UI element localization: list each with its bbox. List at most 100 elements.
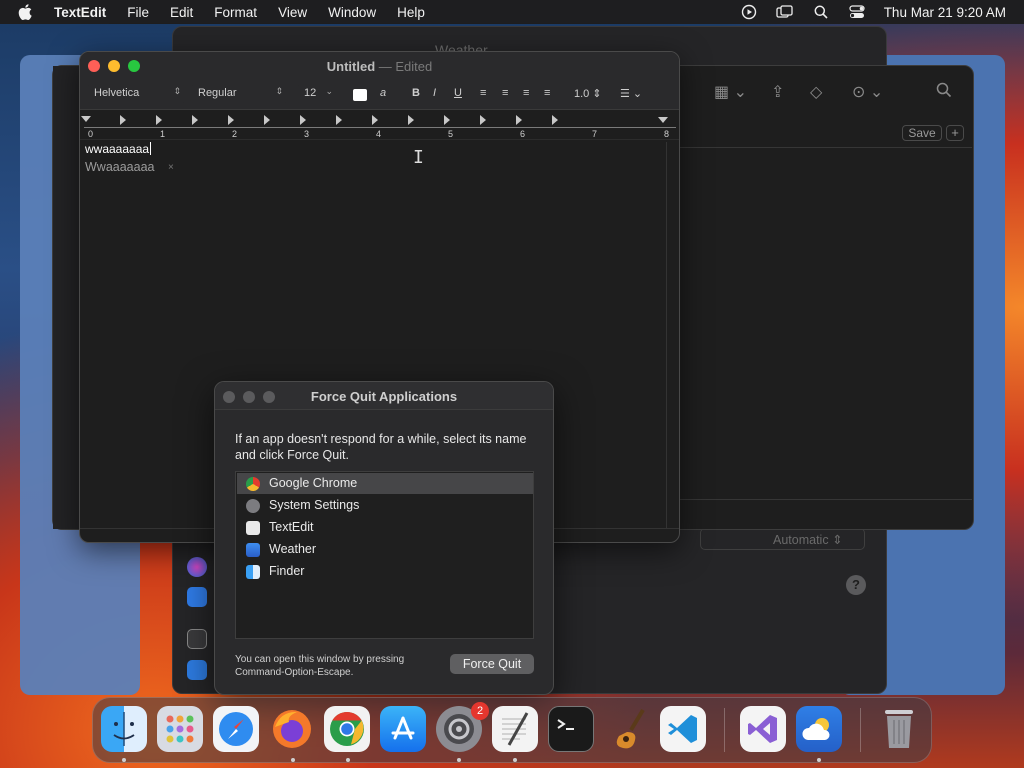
app-store-icon[interactable]	[380, 706, 426, 752]
tab-stop-icon[interactable]	[336, 115, 342, 125]
search-icon[interactable]	[936, 82, 952, 103]
grid-view-icon[interactable]: ▦ ⌄	[714, 82, 747, 102]
menu-view[interactable]: View	[278, 5, 307, 20]
menu-file[interactable]: File	[127, 5, 149, 20]
force-quit-titlebar[interactable]: Force Quit Applications	[215, 382, 553, 410]
app-name: System Settings	[269, 498, 360, 512]
tab-stop-icon[interactable]	[120, 115, 126, 125]
dock-separator	[724, 708, 725, 752]
terminal-icon[interactable]	[548, 706, 594, 752]
line-spacing-select[interactable]: 1.0 ⇕	[574, 87, 602, 100]
control-center-icon[interactable]	[848, 4, 866, 20]
textedit-icon[interactable]	[492, 706, 538, 752]
textedit-title: Untitled — Edited	[80, 59, 679, 74]
list-item-weather[interactable]: Weather	[237, 539, 533, 560]
ruler-number: 4	[376, 129, 382, 139]
force-quit-button[interactable]: Force Quit	[450, 654, 534, 674]
justify-icon[interactable]: ≡	[544, 87, 550, 99]
safari-icon[interactable]	[213, 706, 259, 752]
left-margin-marker-icon[interactable]	[81, 116, 91, 122]
right-margin-marker-icon[interactable]	[658, 117, 668, 123]
textedit-titlebar[interactable]: Untitled — Edited	[80, 52, 679, 80]
automatic-select-value: Automatic	[773, 533, 829, 547]
force-quit-window[interactable]: Force Quit Applications If an app doesn'…	[214, 381, 554, 695]
application-list[interactable]: Google Chrome System Settings TextEdit W…	[235, 471, 534, 639]
notes-divider-bottom	[680, 499, 972, 500]
ibeam-cursor-icon: I	[413, 147, 424, 168]
ruler[interactable]: 0 1 2 3 4 5 6 7 8	[80, 110, 679, 140]
tab-stop-icon[interactable]	[264, 115, 270, 125]
finder-icon[interactable]	[101, 706, 147, 752]
more-options-icon[interactable]: ⊙ ⌄	[852, 82, 883, 102]
font-style-select[interactable]: Regular ⇕	[190, 85, 288, 103]
running-indicator	[291, 758, 295, 762]
vscode-icon[interactable]	[660, 706, 706, 752]
menu-help[interactable]: Help	[397, 5, 425, 20]
background-color-icon[interactable]: a	[380, 87, 386, 99]
align-center-icon[interactable]: ≡	[502, 87, 508, 99]
spotlight-search-icon[interactable]	[812, 4, 830, 20]
chevron-down-icon: ⌄	[325, 86, 333, 96]
menu-format[interactable]: Format	[214, 5, 257, 20]
ruler-baseline	[84, 127, 676, 128]
select-arrows-icon: ⇕	[173, 86, 181, 96]
garageband-icon[interactable]	[604, 706, 650, 752]
share-icon[interactable]: ⇪	[771, 82, 784, 102]
trash-icon[interactable]	[876, 706, 922, 752]
align-left-icon[interactable]: ≡	[480, 87, 486, 99]
tab-stop-icon[interactable]	[444, 115, 450, 125]
font-family-select[interactable]: Helvetica ⇕	[86, 85, 186, 103]
hand-icon	[187, 587, 207, 607]
ruler-number: 7	[592, 129, 598, 139]
force-quit-title: Force Quit Applications	[310, 389, 458, 404]
list-item-textedit[interactable]: TextEdit	[237, 517, 533, 538]
tab-stop-icon[interactable]	[516, 115, 522, 125]
menu-window[interactable]: Window	[328, 5, 376, 20]
menu-app-name[interactable]: TextEdit	[54, 5, 106, 20]
autocomplete-suggestion[interactable]: Wwaaaaaaa	[85, 160, 155, 174]
tab-stop-icon[interactable]	[228, 115, 234, 125]
underline-button[interactable]: U	[454, 87, 462, 99]
tab-stop-icon[interactable]	[552, 115, 558, 125]
list-item-finder[interactable]: Finder	[237, 561, 533, 582]
notes-save-button[interactable]: Save	[902, 125, 942, 141]
tab-stop-icon[interactable]	[156, 115, 162, 125]
running-indicator	[817, 758, 821, 762]
help-button[interactable]: ?	[846, 575, 866, 595]
list-item-system-settings[interactable]: System Settings	[237, 495, 533, 516]
tab-stop-icon[interactable]	[480, 115, 486, 125]
menu-edit[interactable]: Edit	[170, 5, 193, 20]
italic-button[interactable]: I	[433, 87, 436, 99]
tab-stop-icon[interactable]	[192, 115, 198, 125]
tab-stop-icon[interactable]	[408, 115, 414, 125]
firefox-icon[interactable]	[269, 706, 315, 752]
ruler-number: 2	[232, 129, 238, 139]
screen-recording-icon[interactable]	[740, 4, 758, 20]
screen-mirroring-icon[interactable]	[776, 4, 794, 20]
tab-stop-icon[interactable]	[300, 115, 306, 125]
app-name: Weather	[269, 542, 317, 556]
bold-button[interactable]: B	[412, 87, 420, 99]
notes-add-button[interactable]: +	[946, 125, 964, 141]
tag-icon[interactable]: ◇	[810, 82, 822, 102]
chrome-icon[interactable]	[324, 706, 370, 752]
tab-stop-icon[interactable]	[372, 115, 378, 125]
ruler-number: 8	[664, 129, 670, 139]
font-size-select[interactable]: 12 ⌄	[296, 85, 338, 103]
apple-icon[interactable]	[18, 4, 40, 20]
list-style-icon[interactable]: ☰ ⌄	[620, 87, 642, 100]
running-indicator	[513, 758, 517, 762]
align-right-icon[interactable]: ≡	[523, 87, 529, 99]
menu-clock[interactable]: Thu Mar 21 9:20 AM	[884, 5, 1006, 20]
ruler-number: 3	[304, 129, 310, 139]
text-color-swatch[interactable]	[353, 89, 367, 101]
weather-icon[interactable]	[796, 706, 842, 752]
document-body[interactable]: wwaaaaaaa	[85, 142, 152, 156]
automatic-select[interactable]: Automatic ⇕	[700, 528, 865, 550]
list-item-google-chrome[interactable]: Google Chrome	[237, 473, 533, 494]
notification-badge: 2	[471, 702, 489, 720]
visual-studio-icon[interactable]	[740, 706, 786, 752]
document-text[interactable]: wwaaaaaaa	[85, 142, 149, 156]
launchpad-icon[interactable]	[157, 706, 203, 752]
suggestion-close-icon[interactable]: ×	[168, 162, 174, 173]
